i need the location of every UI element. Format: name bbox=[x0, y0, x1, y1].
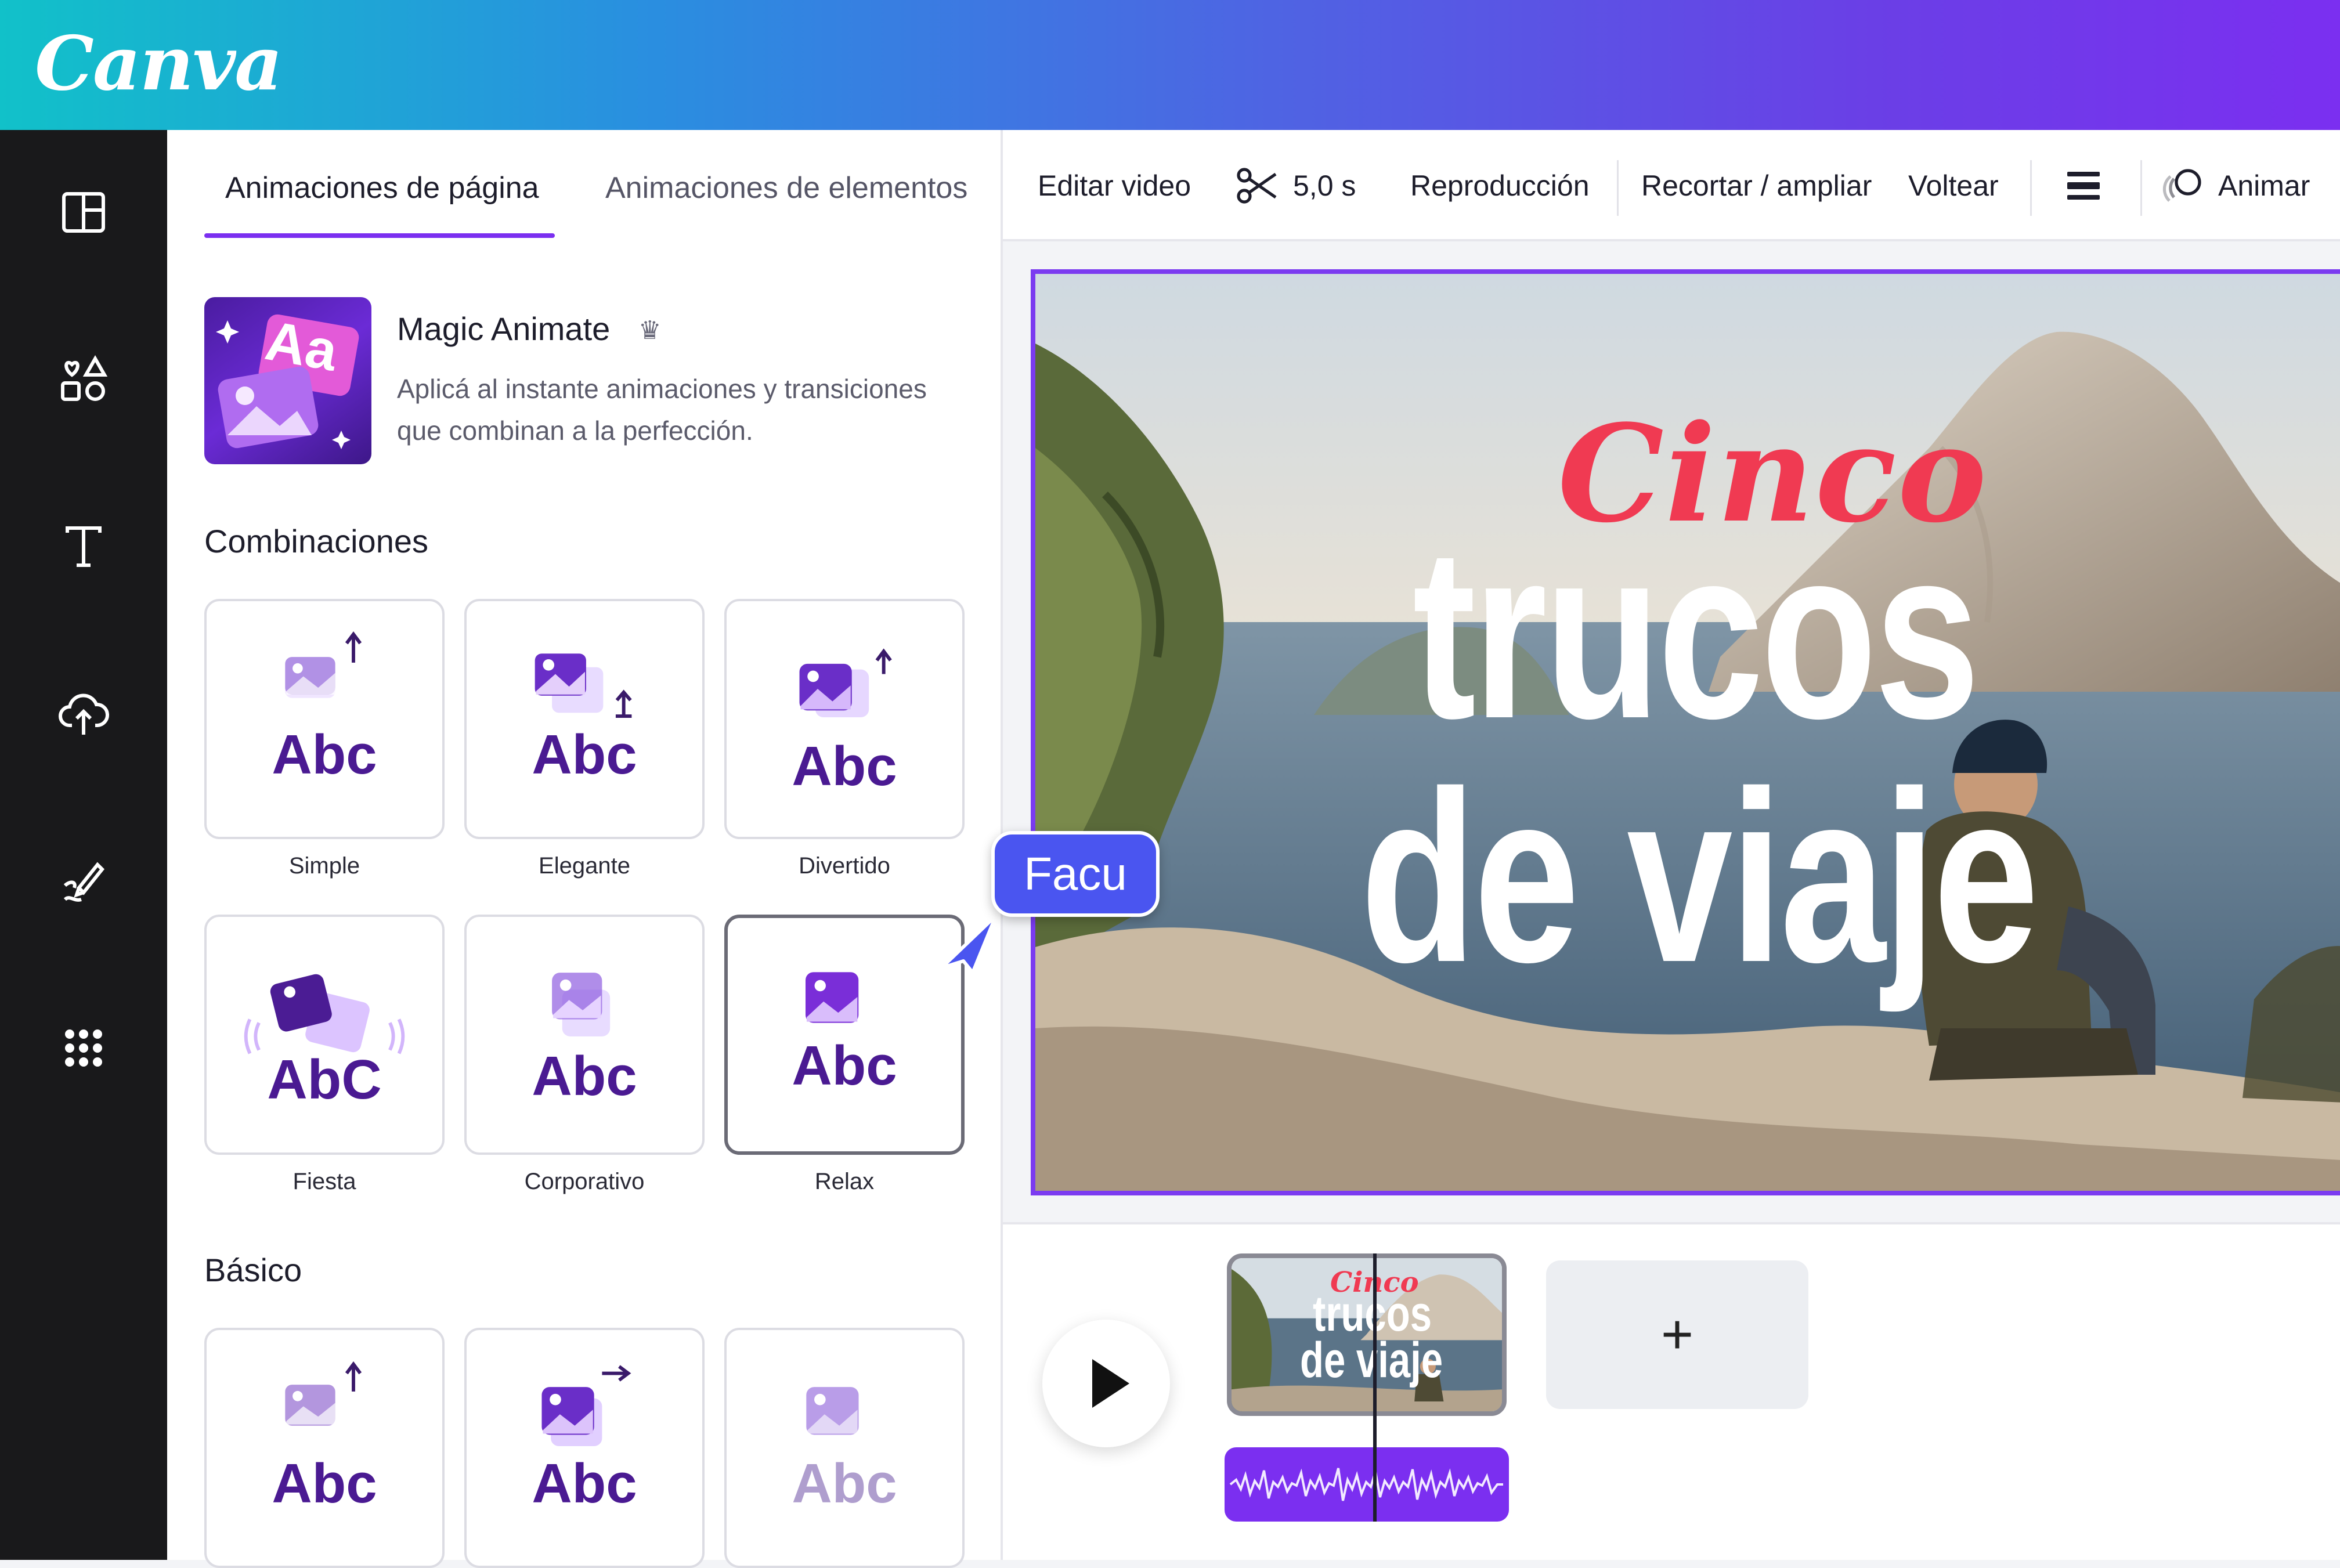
animation-card-basic-fade[interactable]: Abc bbox=[724, 1328, 965, 1568]
card-label: Elegante bbox=[539, 853, 630, 879]
duration-label[interactable]: 5,0 s bbox=[1293, 162, 1356, 209]
toolbar-divider bbox=[2030, 160, 2032, 216]
animation-card-fun[interactable]: Abc bbox=[724, 599, 965, 839]
card-abc-text: Abc bbox=[272, 1453, 377, 1515]
add-page-button[interactable]: + bbox=[1546, 1260, 1808, 1409]
magic-animate-title[interactable]: Magic Animate bbox=[397, 310, 610, 348]
elements-icon[interactable] bbox=[37, 333, 130, 426]
card-abc-text: Abc bbox=[792, 1453, 897, 1515]
magic-animate-thumbnail[interactable]: Aa bbox=[204, 297, 371, 464]
timeline-clip[interactable]: Cinco trucos de viaje bbox=[1227, 1253, 1507, 1416]
clip-title-line3: de viaje bbox=[1300, 1332, 1443, 1388]
animate-icon[interactable] bbox=[2161, 162, 2208, 209]
animation-card-corporate[interactable]: Abc bbox=[464, 915, 705, 1155]
upload-icon[interactable] bbox=[37, 667, 130, 760]
animate-button[interactable]: Animar bbox=[2218, 162, 2310, 209]
animation-card-elegant[interactable]: Abc bbox=[464, 599, 705, 839]
card-label: Corporativo bbox=[524, 1169, 645, 1194]
playhead[interactable] bbox=[1373, 1253, 1377, 1522]
card-label: Simple bbox=[288, 853, 360, 879]
edit-video-button[interactable]: Editar video bbox=[1038, 162, 1191, 209]
toolbar-divider bbox=[2140, 160, 2142, 216]
section-title-basic: Básico bbox=[204, 1252, 302, 1288]
animation-card-basic-pan[interactable]: Abc bbox=[464, 1328, 705, 1568]
collaborator-cursor-icon bbox=[940, 914, 998, 974]
editor-toolbar: Editar video 5,0 s Reproducción Recortar… bbox=[1003, 130, 2340, 241]
section-title-combinations: Combinaciones bbox=[204, 523, 428, 559]
flip-button[interactable]: Voltear bbox=[1908, 162, 1999, 209]
card-label: Divertido bbox=[799, 853, 890, 879]
animation-card-simple[interactable]: Abc bbox=[204, 599, 445, 839]
collaborator-name-tag: Facu bbox=[991, 831, 1160, 917]
audio-track[interactable] bbox=[1225, 1447, 1509, 1522]
toolbar-divider bbox=[1617, 160, 1619, 216]
canva-logo[interactable]: Canva bbox=[35, 17, 283, 110]
crown-icon: ♛ bbox=[638, 316, 662, 345]
draw-icon[interactable] bbox=[37, 834, 130, 927]
tab-element-animations[interactable]: Animaciones de elementos bbox=[605, 165, 967, 211]
play-icon bbox=[1092, 1359, 1129, 1408]
animation-card-relax[interactable]: Abc bbox=[724, 915, 965, 1155]
title-main-text[interactable]: trucos bbox=[1413, 512, 1980, 756]
audio-waveform-icon bbox=[1229, 1468, 1503, 1501]
tab-page-animations[interactable]: Animaciones de página bbox=[225, 165, 539, 211]
magic-thumb-text: Aa bbox=[261, 309, 342, 383]
animation-card-party[interactable]: AbC bbox=[204, 915, 445, 1155]
play-button[interactable] bbox=[1042, 1320, 1170, 1447]
card-abc-text: Abc bbox=[792, 735, 897, 787]
left-rail bbox=[0, 130, 167, 1560]
card-abc-text: Abc bbox=[532, 1453, 637, 1515]
card-abc-text: Abc bbox=[532, 724, 637, 786]
position-menu-icon[interactable] bbox=[2060, 162, 2107, 209]
card-abc-text: Abc bbox=[272, 724, 377, 786]
title-sub-text[interactable]: de viaje bbox=[1360, 756, 2039, 999]
card-abc-text: Abc bbox=[532, 1045, 637, 1096]
active-tab-indicator bbox=[204, 233, 555, 238]
card-abc-text: Abc bbox=[792, 1035, 897, 1097]
top-bar: Canva bbox=[0, 0, 2340, 130]
card-label: Relax bbox=[814, 1169, 875, 1194]
card-abc-text: AbC bbox=[267, 1049, 382, 1111]
text-icon[interactable] bbox=[37, 500, 130, 593]
apps-icon[interactable] bbox=[37, 1002, 130, 1094]
crop-zoom-button[interactable]: Recortar / ampliar bbox=[1641, 162, 1872, 209]
playback-button[interactable]: Reproducción bbox=[1410, 162, 1590, 209]
animation-card-basic-rise[interactable]: Abc bbox=[204, 1328, 445, 1568]
design-canvas[interactable]: Cinco trucos de viaje bbox=[1031, 269, 2340, 1195]
clip-title-line2: trucos bbox=[1313, 1286, 1432, 1342]
scissors-icon[interactable] bbox=[1234, 162, 1280, 209]
layout-icon[interactable] bbox=[37, 166, 130, 259]
magic-animate-description: Aplicá al instante animaciones y transic… bbox=[397, 374, 927, 446]
animation-panel: Animaciones de página Animaciones de ele… bbox=[167, 130, 1003, 1568]
card-label: Fiesta bbox=[292, 1169, 356, 1194]
